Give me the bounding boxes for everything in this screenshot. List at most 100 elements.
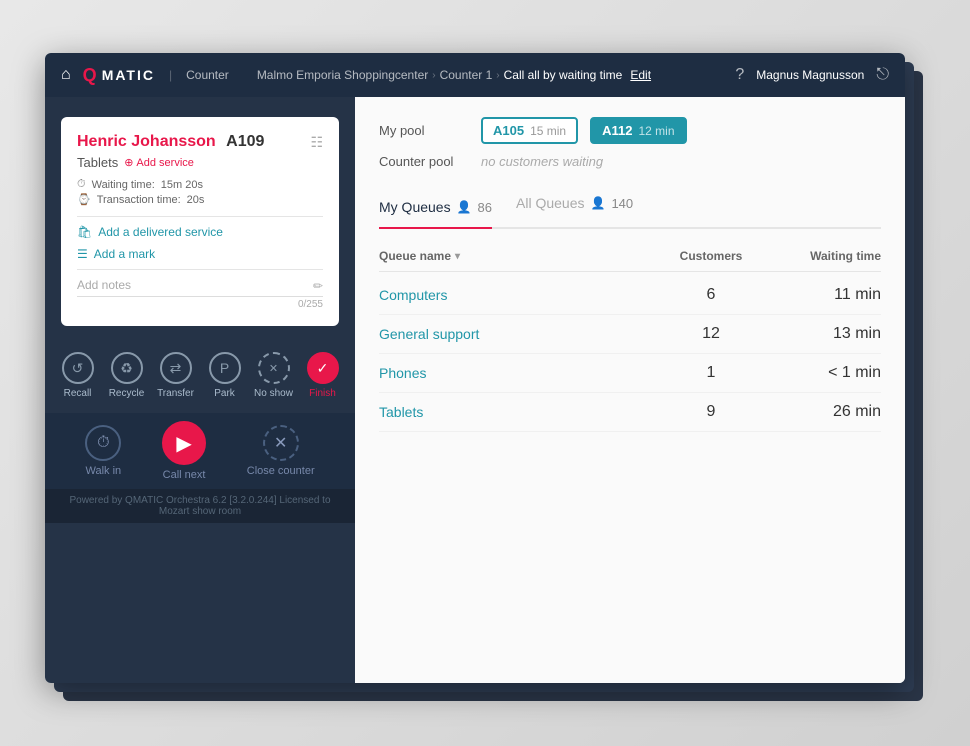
breadcrumb-sep2: › [496,70,499,81]
table-row: General support 12 13 min [379,315,881,354]
transfer-label: Transfer [157,388,194,399]
transaction-time-value: 20s [187,194,205,206]
brand-logo: Q MATIC [83,65,155,86]
recycle-label: Recycle [109,388,145,399]
customer-card: Henric Johansson A109 ☷ Tablets ⊕ Add se… [61,117,339,326]
col-queue-name: Queue name ▾ [379,249,661,263]
brand-q-icon: Q [83,65,96,86]
customer-name-ticket: Henric Johansson A109 [77,133,264,151]
breadcrumb-edit[interactable]: Edit [630,68,651,82]
my-queues-label: My Queues [379,199,451,215]
table-row: Phones 1 < 1 min [379,354,881,393]
walk-in-label: Walk in [86,465,122,477]
noshow-icon: ✕ [258,352,290,384]
ticket-A105[interactable]: A105 15 min [481,117,578,144]
add-mark-link[interactable]: ☰ Add a mark [77,247,323,261]
ticket-A112-time: 12 min [638,124,674,138]
add-icon: ⊕ [124,156,133,169]
card-divider-1 [77,216,323,217]
close-counter-label: Close counter [247,465,315,477]
ticket-A105-id: A105 [493,123,524,138]
tab-my-queues[interactable]: My Queues 👤 86 [379,195,492,229]
call-next-button[interactable]: ▶ Call next [162,421,206,481]
nav-counter-label: Counter [186,68,229,82]
footer: Powered by QMATIC Orchestra 6.2 [3.2.0.2… [45,489,355,523]
info-icon[interactable]: ☷ [310,134,323,151]
bottom-bar: ⏱ Walk in ▶ Call next ✕ Close counter [45,413,355,489]
user-name: Magnus Magnusson [756,68,864,82]
home-icon[interactable]: ⌂ [61,66,71,84]
waiting-time-row: ⏱ Waiting time: 15m 20s [77,178,323,191]
all-queues-label: All Queues [516,195,584,211]
recall-button[interactable]: ↺ Recall [56,352,100,399]
tab-all-queues[interactable]: All Queues 👤 140 [516,195,633,219]
left-panel: Henric Johansson A109 ☷ Tablets ⊕ Add se… [45,97,355,683]
call-next-label: Call next [163,469,206,481]
queue-waiting-general-support: 13 min [761,325,881,343]
ticket-A112-id: A112 [602,123,632,138]
queue-name-computers[interactable]: Computers [379,287,661,303]
park-button[interactable]: P Park [203,352,247,399]
add-delivered-link[interactable]: 🛍 Add a delivered service [77,225,323,239]
customer-ticket: A109 [226,133,264,150]
main-window: ⌂ Q MATIC | Counter Malmo Emporia Shoppi… [45,53,905,683]
add-mark-label: Add a mark [94,247,155,261]
noshow-button[interactable]: ✕ No show [252,352,296,399]
close-counter-button[interactable]: ✕ Close counter [247,425,315,477]
breadcrumb-org: Malmo Emporia Shoppingcenter [257,68,428,82]
customer-name: Henric Johansson [77,133,216,150]
add-service-label: Add service [136,157,193,169]
close-counter-icon: ✕ [263,425,299,461]
finish-icon: ✓ [307,352,339,384]
notes-placeholder: Add notes [77,278,131,292]
finish-button[interactable]: ✓ Finish [301,352,345,399]
col-name-label: Queue name [379,249,451,263]
my-pool-label: My pool [379,123,469,138]
content-area: Henric Johansson A109 ☷ Tablets ⊕ Add se… [45,97,905,683]
timer-icon: ⌚ [77,193,91,206]
queue-tabs: My Queues 👤 86 All Queues 👤 140 [379,195,881,229]
logout-icon[interactable]: ⎋ [876,66,889,84]
counter-pool-label: Counter pool [379,154,469,169]
customer-service-row: Tablets ⊕ Add service [77,155,323,170]
action-buttons: ↺ Recall ♻ Recycle ⇄ Transfer P Park [45,338,355,413]
edit-notes-icon[interactable]: ✏ [313,279,323,293]
waiting-time-value: 15m 20s [161,179,203,191]
queue-table: Queue name ▾ Customers Waiting time Comp… [379,249,881,432]
queue-customers-phones: 1 [661,364,761,382]
recall-icon: ↺ [62,352,94,384]
notes-line: Add notes ✏ [77,278,323,297]
walk-in-icon: ⏱ [85,425,121,461]
my-queues-icon: 👤 [457,200,472,214]
no-customers-text: no customers waiting [481,154,603,169]
table-row: Computers 6 11 min [379,276,881,315]
nav-right: ? Magnus Magnusson ⎋ [735,66,889,84]
queue-name-phones[interactable]: Phones [379,365,661,381]
park-icon: P [209,352,241,384]
add-service-link[interactable]: ⊕ Add service [124,156,194,169]
breadcrumb-sep1: › [432,70,435,81]
brand-text: MATIC [102,67,155,83]
ticket-A112[interactable]: A112 12 min [590,117,686,144]
nav-left: ⌂ Q MATIC | Counter Malmo Emporia Shoppi… [61,65,651,86]
call-next-icon: ▶ [162,421,206,465]
notes-count: 0/255 [77,299,323,310]
queue-waiting-computers: 11 min [761,286,881,304]
counter-pool-row: Counter pool no customers waiting [379,154,881,169]
queue-name-tablets[interactable]: Tablets [379,404,661,420]
notes-input-wrap: Add notes ✏ 0/255 [77,278,323,310]
transfer-button[interactable]: ⇄ Transfer [154,352,198,399]
pool-section: My pool A105 15 min A112 12 min Counter … [379,117,881,179]
help-icon[interactable]: ? [735,66,744,84]
walk-in-button[interactable]: ⏱ Walk in [85,425,121,477]
customer-service-name: Tablets [77,155,118,170]
right-panel: My pool A105 15 min A112 12 min Counter … [355,97,905,683]
transaction-time-row: ⌚ Transaction time: 20s [77,193,323,206]
recycle-icon: ♻ [111,352,143,384]
breadcrumb-counter: Counter 1 [440,68,493,82]
notes-section: Add notes ✏ 0/255 [77,278,323,310]
app-wrapper: ⌂ Q MATIC | Counter Malmo Emporia Shoppi… [45,53,925,713]
queue-name-general-support[interactable]: General support [379,326,661,342]
sort-icon[interactable]: ▾ [455,251,460,262]
recycle-button[interactable]: ♻ Recycle [105,352,149,399]
